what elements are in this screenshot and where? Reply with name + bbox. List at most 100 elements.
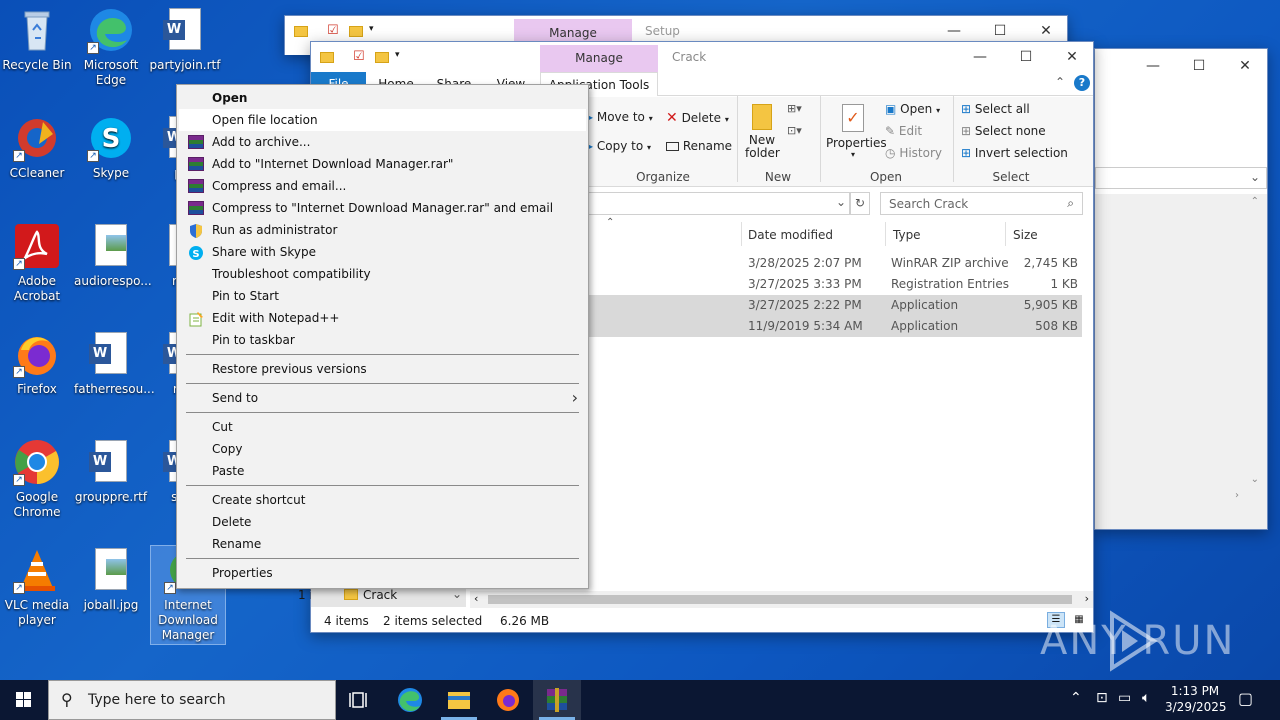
minimize-button[interactable]: — bbox=[1130, 51, 1176, 81]
chevron-down-icon[interactable]: ⌄ bbox=[836, 195, 846, 209]
scroll-right-icon[interactable]: › bbox=[1085, 592, 1089, 605]
desktop-icon-adobe-acrobat[interactable]: ↗ Adobe Acrobat bbox=[0, 222, 74, 304]
taskbar-clock[interactable]: 1:13 PM 3/29/2025 bbox=[1165, 683, 1227, 715]
desktop-icon-microsoft-edge[interactable]: ↗ Microsoft Edge bbox=[74, 6, 148, 88]
menu-item-pin-to-start[interactable]: Pin to Start bbox=[179, 285, 586, 307]
desktop-icon-audiorespo[interactable]: audiorespo... bbox=[74, 222, 152, 289]
history-button[interactable]: ◷ History bbox=[885, 146, 942, 160]
scroll-left-icon[interactable]: ‹ bbox=[474, 592, 478, 605]
file-row[interactable]: 3/27/2025 3:33 PM Registration Entries 1… bbox=[589, 274, 1082, 295]
qat-dropdown-icon[interactable]: ▾ bbox=[369, 24, 374, 34]
background-window[interactable]: — ☐ ✕ ⌄ ⌃ ⌄ › bbox=[1094, 48, 1268, 530]
volume-icon[interactable]: 🔈︎ bbox=[1142, 690, 1150, 706]
select-all-button[interactable]: ⊞ Select all bbox=[961, 102, 1030, 116]
network-icon[interactable]: ▭ bbox=[1118, 690, 1131, 706]
taskbar-firefox[interactable] bbox=[484, 680, 532, 720]
new-folder-button[interactable]: New folder bbox=[745, 104, 780, 160]
scroll-up-icon[interactable]: ⌃ bbox=[1251, 196, 1259, 207]
search-input[interactable]: Search Crack bbox=[889, 197, 968, 211]
menu-item-open-file-location[interactable]: Open file location bbox=[179, 109, 586, 131]
title-bar[interactable]: ☑ ▾ Manage Crack — ☐ ✕ bbox=[311, 42, 1093, 72]
tab-manage[interactable]: Manage bbox=[540, 45, 658, 72]
menu-item-run-as-administrator[interactable]: Run as administrator bbox=[179, 219, 586, 241]
notifications-icon[interactable]: ▢ bbox=[1238, 689, 1253, 708]
address-bar[interactable]: ⌄ bbox=[589, 192, 850, 215]
properties-button[interactable]: ✓ Properties ▾ bbox=[826, 104, 887, 159]
close-button[interactable]: ✕ bbox=[1049, 42, 1095, 72]
menu-item-add-to-rar[interactable]: Add to "Internet Download Manager.rar" bbox=[179, 153, 586, 175]
move-to-button[interactable]: ▸ Move to ▾ bbox=[587, 110, 653, 124]
help-icon[interactable]: ? bbox=[1074, 75, 1090, 91]
chevron-down-icon[interactable]: ⌄ bbox=[452, 587, 462, 601]
desktop-icon-ccleaner[interactable]: ↗ CCleaner bbox=[0, 114, 74, 181]
desktop-icon-fatherresou[interactable]: W fatherresou... bbox=[74, 330, 155, 397]
menu-item-add-to-archive[interactable]: Add to archive... bbox=[179, 131, 586, 153]
taskbar-file-explorer[interactable] bbox=[435, 680, 483, 720]
desktop-icon-recycle-bin[interactable]: Recycle Bin bbox=[0, 6, 74, 73]
menu-item-pin-to-taskbar[interactable]: Pin to taskbar bbox=[179, 329, 586, 351]
file-row[interactable]: 3/27/2025 2:22 PM Application 5,905 KB bbox=[589, 295, 1082, 316]
new-folder-icon[interactable] bbox=[375, 52, 389, 63]
properties-check-icon[interactable]: ☑ bbox=[327, 23, 339, 38]
new-item-icon[interactable]: ⊞▾ bbox=[787, 102, 802, 115]
network-device-icon[interactable]: ⊡ bbox=[1096, 690, 1108, 706]
show-hidden-icons-icon[interactable]: ⌃ bbox=[1070, 690, 1082, 706]
scroll-down-icon[interactable]: ⌄ bbox=[1251, 474, 1259, 485]
taskbar-winrar[interactable] bbox=[533, 680, 581, 720]
menu-item-send-to[interactable]: Send to › bbox=[179, 387, 586, 409]
menu-item-share-with-skype[interactable]: S Share with Skype bbox=[179, 241, 586, 263]
collapse-ribbon-icon[interactable]: ⌃ bbox=[1055, 75, 1065, 89]
scrollbar-thumb[interactable] bbox=[488, 595, 1072, 604]
invert-selection-button[interactable]: ⊞ Invert selection bbox=[961, 146, 1068, 160]
taskbar-search-box[interactable]: ⚲ Type here to search bbox=[48, 680, 336, 720]
close-button[interactable]: ✕ bbox=[1222, 51, 1268, 81]
column-header-date-modified[interactable]: Date modified bbox=[748, 228, 833, 242]
delete-button[interactable]: ✕ Delete ▾ bbox=[666, 110, 729, 126]
start-button[interactable] bbox=[0, 680, 48, 720]
edit-button[interactable]: ✎ Edit bbox=[885, 124, 922, 138]
new-folder-icon[interactable] bbox=[349, 26, 363, 37]
scroll-right-icon[interactable]: › bbox=[1235, 490, 1239, 501]
desktop-icon-skype[interactable]: S ↗ Skype bbox=[74, 114, 148, 181]
menu-item-compress-to-rar-and-email[interactable]: Compress to "Internet Download Manager.r… bbox=[179, 197, 586, 219]
desktop-icon-partyjoin[interactable]: W partyjoin.rtf bbox=[148, 6, 222, 73]
menu-item-rename[interactable]: Rename bbox=[179, 533, 586, 555]
column-divider[interactable] bbox=[741, 222, 742, 246]
taskbar-edge[interactable] bbox=[386, 680, 434, 720]
desktop-icon-joball[interactable]: joball.jpg bbox=[74, 546, 148, 613]
copy-to-button[interactable]: ▸ Copy to ▾ bbox=[587, 139, 651, 153]
rename-button[interactable]: Rename bbox=[666, 139, 732, 153]
search-box[interactable]: Search Crack ⌕ bbox=[880, 192, 1083, 215]
column-header-type[interactable]: Type bbox=[893, 228, 921, 242]
desktop-icon-google-chrome[interactable]: ↗ Google Chrome bbox=[0, 438, 74, 520]
refresh-button[interactable]: ↻ bbox=[850, 192, 870, 215]
chevron-down-icon[interactable]: ⌄ bbox=[1250, 170, 1260, 184]
task-view-button[interactable] bbox=[336, 680, 384, 720]
properties-check-icon[interactable]: ☑ bbox=[353, 49, 365, 64]
taskbar-search-input[interactable]: Type here to search bbox=[88, 692, 226, 708]
column-divider[interactable] bbox=[1005, 222, 1006, 246]
menu-item-paste[interactable]: Paste bbox=[179, 460, 586, 482]
menu-item-create-shortcut[interactable]: Create shortcut bbox=[179, 489, 586, 511]
file-row[interactable]: 11/9/2019 5:34 AM Application 508 KB bbox=[589, 316, 1082, 337]
menu-item-delete[interactable]: Delete bbox=[179, 511, 586, 533]
menu-item-properties[interactable]: Properties bbox=[179, 562, 586, 584]
horizontal-scrollbar[interactable]: ‹ › bbox=[470, 591, 1093, 608]
column-divider[interactable] bbox=[885, 222, 886, 246]
desktop-icon-grouppre[interactable]: W grouppre.rtf bbox=[74, 438, 148, 505]
menu-item-compress-and-email[interactable]: Compress and email... bbox=[179, 175, 586, 197]
menu-item-copy[interactable]: Copy bbox=[179, 438, 586, 460]
select-none-button[interactable]: ⊞ Select none bbox=[961, 124, 1046, 138]
maximize-button[interactable]: ☐ bbox=[1176, 51, 1222, 81]
maximize-button[interactable]: ☐ bbox=[1003, 42, 1049, 72]
menu-item-restore-previous-versions[interactable]: Restore previous versions bbox=[179, 358, 586, 380]
address-bar[interactable]: ⌄ bbox=[1095, 167, 1267, 189]
desktop-icon-firefox[interactable]: ↗ Firefox bbox=[0, 330, 74, 397]
easy-access-icon[interactable]: ⊡▾ bbox=[787, 124, 802, 137]
open-button[interactable]: ▣ Open ▾ bbox=[885, 102, 940, 116]
desktop-icon-vlc[interactable]: ↗ VLC media player bbox=[0, 546, 74, 628]
menu-item-open[interactable]: Open bbox=[179, 87, 586, 109]
menu-item-cut[interactable]: Cut bbox=[179, 416, 586, 438]
menu-item-troubleshoot-compatibility[interactable]: Troubleshoot compatibility bbox=[179, 263, 586, 285]
column-header-size[interactable]: Size bbox=[1013, 228, 1038, 242]
